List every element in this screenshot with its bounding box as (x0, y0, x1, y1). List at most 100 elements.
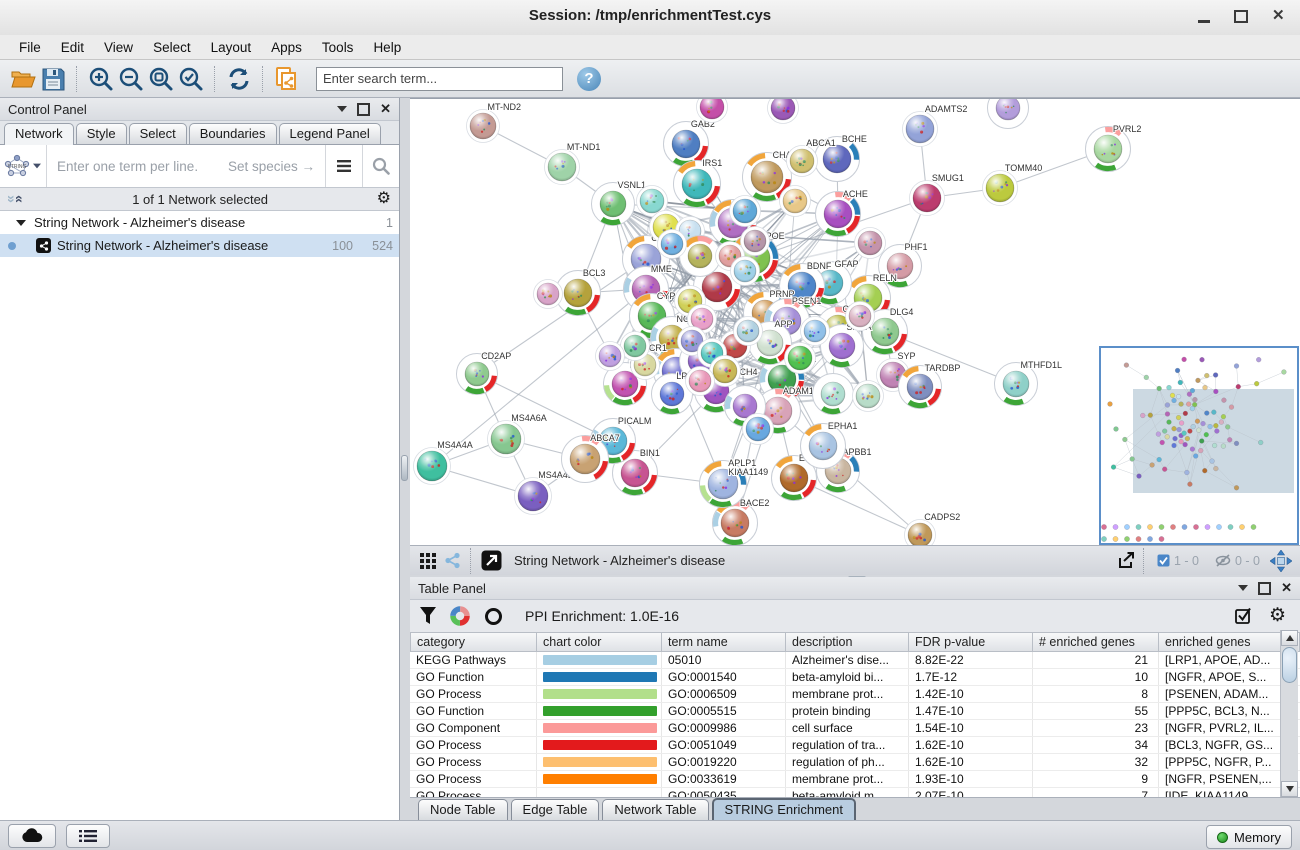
network-node[interactable]: ACHE (816, 189, 868, 237)
enrichment-settings-gear-icon[interactable]: ⚙ (1269, 608, 1286, 624)
string-search-button[interactable] (362, 145, 399, 187)
network-node[interactable] (658, 230, 687, 259)
network-row[interactable]: String Network - Alzheimer's disease 100… (0, 234, 399, 257)
network-node[interactable] (988, 99, 1029, 129)
network-node[interactable] (768, 99, 799, 124)
maximize-icon[interactable] (1234, 10, 1248, 23)
network-node[interactable] (780, 186, 811, 217)
close-icon[interactable]: ✕ (1272, 9, 1286, 23)
memory-button[interactable]: Memory (1206, 825, 1292, 849)
network-node[interactable]: MS4A4A (414, 440, 473, 485)
tree-expand-icon[interactable] (16, 220, 26, 226)
query-options-button[interactable] (325, 145, 362, 187)
scrollbar-thumb[interactable] (1282, 647, 1297, 683)
table-row[interactable]: GO ComponentGO:0009986cell surface1.54E-… (410, 720, 1300, 737)
table-row[interactable]: GO ProcessGO:0006509membrane prot...1.42… (410, 686, 1300, 703)
network-node[interactable] (730, 196, 761, 227)
donut-chart-icon[interactable] (450, 606, 470, 626)
tab-legend-panel[interactable]: Legend Panel (279, 123, 381, 144)
network-node[interactable] (741, 227, 770, 256)
menu-select[interactable]: Select (144, 37, 200, 58)
column-header-category[interactable]: category (410, 632, 537, 652)
gear-icon[interactable]: ⚙ (377, 191, 391, 207)
tab-network[interactable]: Network (4, 123, 74, 145)
scroll-down-button[interactable] (1281, 781, 1298, 797)
network-collection-row[interactable]: String Network - Alzheimer's disease 1 (0, 211, 399, 234)
network-node[interactable]: BCL3 (556, 268, 606, 316)
network-node[interactable]: TARDBP (899, 363, 961, 409)
network-node[interactable] (596, 342, 625, 371)
zoom-fit-button[interactable] (146, 64, 176, 94)
task-history-button[interactable] (66, 824, 110, 848)
menu-file[interactable]: File (10, 37, 50, 58)
string-protein-query-selector[interactable]: STRING (0, 145, 47, 187)
table-row[interactable]: GO FunctionGO:0005515protein binding1.47… (410, 703, 1300, 720)
menu-view[interactable]: View (95, 37, 142, 58)
tab-style[interactable]: Style (76, 123, 127, 144)
menu-apps[interactable]: Apps (262, 37, 311, 58)
menu-edit[interactable]: Edit (52, 37, 93, 58)
birds-eye-view[interactable] (1100, 347, 1298, 544)
table-scrollbar[interactable] (1280, 630, 1298, 797)
table-row[interactable]: GO ProcessGO:0051049regulation of tra...… (410, 737, 1300, 754)
network-view[interactable]: MT-ND2MT-ND1VSNL1GAB2ADAMTS2PVRL2TOMM40S… (410, 98, 1300, 546)
table-row[interactable]: GO ProcessGO:0019220regulation of ph...1… (410, 754, 1300, 771)
table-row[interactable]: GO FunctionGO:0001540beta-amyloid bi...1… (410, 669, 1300, 686)
menu-layout[interactable]: Layout (202, 37, 261, 58)
navigation-button[interactable] (1268, 546, 1294, 576)
string-query-placeholder[interactable]: Enter one term per line. (47, 159, 228, 174)
float-panel-icon[interactable] (337, 106, 347, 112)
network-canvas[interactable]: MT-ND2MT-ND1VSNL1GAB2ADAMTS2PVRL2TOMM40S… (410, 99, 1300, 546)
network-node[interactable] (686, 367, 715, 396)
network-node[interactable]: TOMM40 (983, 163, 1043, 206)
column-header--enriched-genes[interactable]: # enriched genes (1033, 632, 1159, 652)
network-node[interactable]: MS4A6A (488, 413, 547, 458)
network-node[interactable]: PVRL2 (1086, 124, 1142, 172)
expand-all-icon[interactable]: « (12, 195, 28, 203)
undock-panel-icon[interactable] (1258, 582, 1271, 595)
species-selector-label[interactable]: Set species → (228, 159, 325, 174)
filter-icon[interactable] (420, 607, 436, 625)
zoom-in-button[interactable] (86, 64, 116, 94)
minimize-icon[interactable] (1198, 9, 1210, 23)
network-node[interactable]: CADPS2 (905, 512, 961, 546)
help-button[interactable]: ? (577, 67, 601, 91)
network-node[interactable] (813, 374, 854, 415)
open-in-browser-button[interactable] (478, 546, 504, 576)
network-node[interactable] (846, 302, 875, 331)
cloud-tasks-button[interactable] (8, 824, 56, 848)
tab-network-table[interactable]: Network Table (602, 799, 708, 820)
network-node[interactable]: MTHFD1L (995, 360, 1063, 406)
close-panel-icon[interactable]: ✕ (1281, 583, 1292, 593)
zoom-out-button[interactable] (116, 64, 146, 94)
network-node[interactable] (534, 280, 563, 309)
string-view-button[interactable] (440, 546, 464, 576)
tab-string-enrichment[interactable]: STRING Enrichment (712, 798, 856, 820)
table-row[interactable]: KEGG Pathways05010Alzheimer's dise...8.8… (410, 652, 1300, 669)
search-input[interactable] (316, 67, 563, 91)
refresh-button[interactable] (224, 64, 254, 94)
column-header-FDR-p-value[interactable]: FDR p-value (909, 632, 1033, 652)
select-all-checkbox-icon[interactable] (1235, 607, 1253, 625)
scroll-up-button[interactable] (1281, 630, 1298, 646)
network-node[interactable] (853, 381, 884, 412)
float-panel-icon[interactable] (1238, 585, 1248, 591)
column-header-chart-color[interactable]: chart color (537, 632, 662, 652)
network-node[interactable] (734, 317, 763, 346)
undock-panel-icon[interactable] (357, 103, 370, 116)
close-panel-icon[interactable]: ✕ (380, 104, 391, 114)
network-node[interactable]: ADAMTS2 (903, 104, 968, 147)
ring-chart-icon[interactable] (484, 607, 503, 626)
network-node[interactable] (731, 257, 760, 286)
tab-boundaries[interactable]: Boundaries (189, 123, 277, 144)
panel-splitter[interactable] (400, 98, 410, 820)
column-header-term-name[interactable]: term name (662, 632, 786, 652)
open-session-button[interactable] (8, 64, 38, 94)
zoom-selected-button[interactable] (176, 64, 206, 94)
grid-mode-button[interactable] (416, 546, 440, 576)
column-header-description[interactable]: description (786, 632, 909, 652)
column-header-enriched-genes[interactable]: enriched genes (1159, 632, 1283, 652)
menu-tools[interactable]: Tools (313, 37, 363, 58)
network-node[interactable] (855, 228, 886, 259)
network-node[interactable]: CD2AP (457, 351, 512, 395)
